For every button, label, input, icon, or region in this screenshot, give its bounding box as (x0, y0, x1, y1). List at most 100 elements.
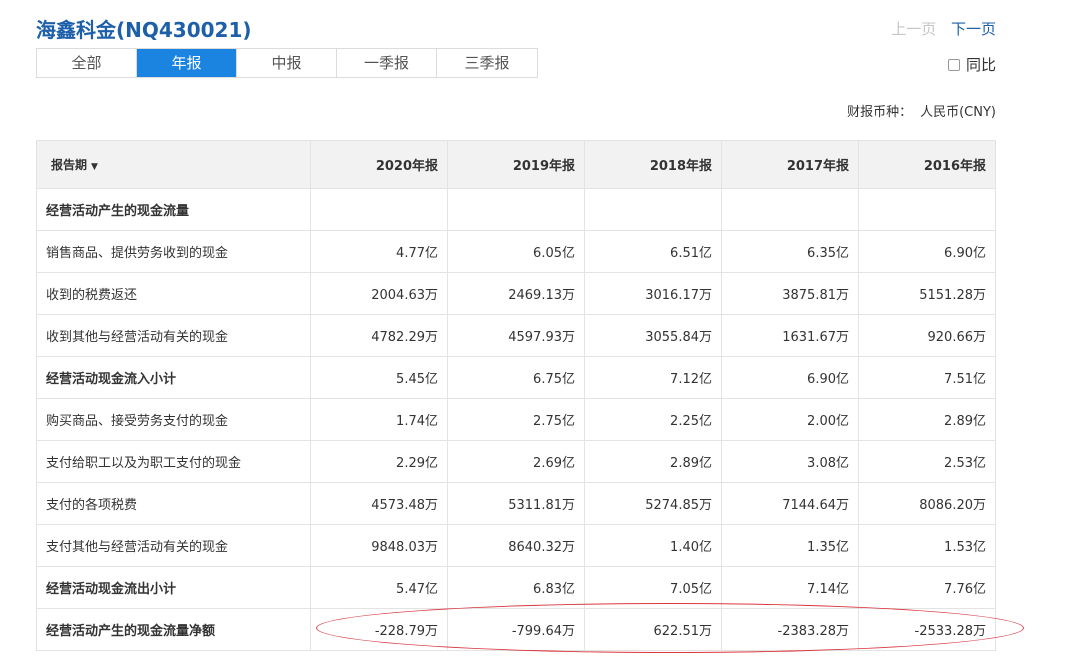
table-cell: 2.00亿 (721, 398, 859, 441)
row-label: 经营活动现金流入小计 (36, 356, 311, 399)
table-cell: 1.40亿 (584, 524, 722, 567)
table-cell: 2.25亿 (584, 398, 722, 441)
row-label: 购买商品、接受劳务支付的现金 (36, 398, 311, 441)
table-cell: 6.05亿 (447, 230, 585, 273)
table-cell: 5311.81万 (447, 482, 585, 525)
column-header: 2020年报 (310, 140, 448, 189)
currency-value: 人民币(CNY) (920, 105, 996, 120)
table-row: 购买商品、接受劳务支付的现金 1.74亿 2.75亿 2.25亿 2.00亿 2… (36, 398, 996, 441)
table-cell: 3875.81万 (721, 272, 859, 315)
yoy-checkbox[interactable] (947, 58, 960, 71)
report-period-sort-header[interactable]: 报告期 ▼ (36, 140, 311, 189)
pager: 上一页 下一页 (891, 18, 996, 39)
table-cell: -2383.28万 (721, 608, 859, 651)
table-row: 销售商品、提供劳务收到的现金 4.77亿 6.05亿 6.51亿 6.35亿 6… (36, 230, 996, 273)
table-row: 支付其他与经营活动有关的现金 9848.03万 8640.32万 1.40亿 1… (36, 524, 996, 567)
table-row: 支付给职工以及为职工支付的现金 2.29亿 2.69亿 2.89亿 3.08亿 … (36, 440, 996, 483)
table-cell: 9848.03万 (310, 524, 448, 567)
table-cell (447, 188, 585, 231)
table-cell (721, 188, 859, 231)
table-cell: 3016.17万 (584, 272, 722, 315)
table-cell: 2.69亿 (447, 440, 585, 483)
table-cell: -799.64万 (447, 608, 585, 651)
table-cell: 2469.13万 (447, 272, 585, 315)
table-cell: 2.53亿 (858, 440, 996, 483)
row-label: 销售商品、提供劳务收到的现金 (36, 230, 311, 273)
cashflow-table: 报告期 ▼ 2020年报 2019年报 2018年报 2017年报 2016年报 … (36, 140, 996, 651)
table-cell: 8086.20万 (858, 482, 996, 525)
row-label: 支付的各项税费 (36, 482, 311, 525)
table-cell: 7.05亿 (584, 566, 722, 609)
table-cell: 7144.64万 (721, 482, 859, 525)
table-cell: 6.75亿 (447, 356, 585, 399)
table-cell: 6.83亿 (447, 566, 585, 609)
table-cell: 5151.28万 (858, 272, 996, 315)
table-cell: 7.14亿 (721, 566, 859, 609)
table-cell: 622.51万 (584, 608, 722, 651)
row-label: 经营活动产生的现金流量净额 (36, 608, 311, 651)
table-cell (858, 188, 996, 231)
table-row: 经营活动现金流入小计 5.45亿 6.75亿 7.12亿 6.90亿 7.51亿 (36, 356, 996, 399)
table-cell: 4597.93万 (447, 314, 585, 357)
tab-all[interactable]: 全部 (37, 49, 137, 77)
table-cell: 8640.32万 (447, 524, 585, 567)
caret-down-icon: ▼ (91, 162, 98, 172)
table-cell: 3055.84万 (584, 314, 722, 357)
table-cell: 1.53亿 (858, 524, 996, 567)
table-row: 收到的税费返还 2004.63万 2469.13万 3016.17万 3875.… (36, 272, 996, 315)
row-label: 支付给职工以及为职工支付的现金 (36, 440, 311, 483)
table-cell: 6.90亿 (858, 230, 996, 273)
table-cell: 5.45亿 (310, 356, 448, 399)
table-cell (310, 188, 448, 231)
tab-q1[interactable]: 一季报 (337, 49, 437, 77)
table-row: 经营活动现金流出小计 5.47亿 6.83亿 7.05亿 7.14亿 7.76亿 (36, 566, 996, 609)
prev-page-link[interactable]: 上一页 (891, 20, 936, 38)
table-cell: 7.51亿 (858, 356, 996, 399)
column-header: 2017年报 (721, 140, 859, 189)
table-row: 收到其他与经营活动有关的现金 4782.29万 4597.93万 3055.84… (36, 314, 996, 357)
currency-info: 财报币种： 人民币(CNY) (847, 101, 996, 120)
table-cell: 6.35亿 (721, 230, 859, 273)
table-cell: 2004.63万 (310, 272, 448, 315)
table-cell: 1.35亿 (721, 524, 859, 567)
table-cell: 1.74亿 (310, 398, 448, 441)
row-label: 收到其他与经营活动有关的现金 (36, 314, 311, 357)
report-period-header-label: 报告期 (51, 158, 88, 172)
column-header: 2018年报 (584, 140, 722, 189)
table-cell: 1631.67万 (721, 314, 859, 357)
table-cell: 5274.85万 (584, 482, 722, 525)
yoy-compare-toggle[interactable]: 同比 (947, 54, 996, 75)
report-period-tabs: 全部 年报 中报 一季报 三季报 (36, 48, 538, 78)
row-label: 收到的税费返还 (36, 272, 311, 315)
table-row: 支付的各项税费 4573.48万 5311.81万 5274.85万 7144.… (36, 482, 996, 525)
row-label: 支付其他与经营活动有关的现金 (36, 524, 311, 567)
table-cell: 3.08亿 (721, 440, 859, 483)
column-header: 2019年报 (447, 140, 585, 189)
table-cell: 2.75亿 (447, 398, 585, 441)
row-label: 经营活动现金流出小计 (36, 566, 311, 609)
table-cell: 2.89亿 (584, 440, 722, 483)
table-cell: 4573.48万 (310, 482, 448, 525)
table-cell: 6.51亿 (584, 230, 722, 273)
table-cell: -2533.28万 (858, 608, 996, 651)
table-cell: 2.29亿 (310, 440, 448, 483)
table-cell: 920.66万 (858, 314, 996, 357)
table-cell: 5.47亿 (310, 566, 448, 609)
table-cell: 4782.29万 (310, 314, 448, 357)
tab-q3[interactable]: 三季报 (437, 49, 537, 77)
table-cell: 6.90亿 (721, 356, 859, 399)
table-cell: 7.76亿 (858, 566, 996, 609)
row-label: 经营活动产生的现金流量 (36, 188, 311, 231)
table-cell (584, 188, 722, 231)
table-row: 经营活动产生的现金流量 (36, 188, 996, 231)
next-page-link[interactable]: 下一页 (951, 20, 996, 38)
table-cell: 2.89亿 (858, 398, 996, 441)
yoy-label: 同比 (965, 56, 996, 74)
table-header-row: 报告期 ▼ 2020年报 2019年报 2018年报 2017年报 2016年报 (36, 140, 996, 189)
table-cell: 4.77亿 (310, 230, 448, 273)
table-cell: 7.12亿 (584, 356, 722, 399)
table-cell: -228.79万 (310, 608, 448, 651)
tab-interim[interactable]: 中报 (237, 49, 337, 77)
column-header: 2016年报 (858, 140, 996, 189)
tab-annual[interactable]: 年报 (137, 49, 237, 77)
